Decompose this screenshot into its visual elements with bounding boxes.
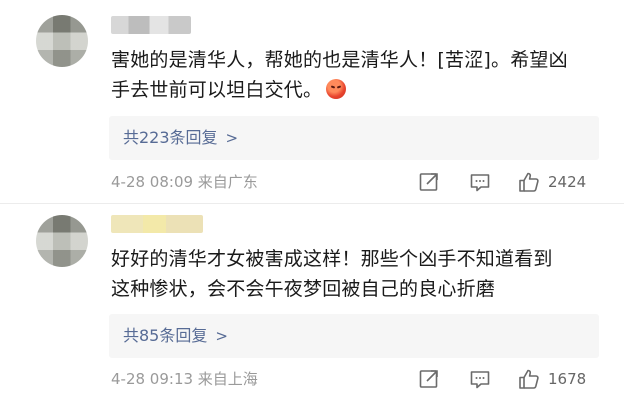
like-count: 2424	[548, 173, 587, 191]
comment-text-line-content: 手去世前可以坦白交代。	[111, 79, 323, 101]
view-replies-button[interactable]: 共223条回复 >	[109, 116, 599, 160]
chevron-right-icon: >	[225, 129, 239, 147]
replies-label: 共85条回复	[123, 326, 208, 345]
comment-item: 害她的是清华人，帮她的也是清华人！[苦涩]。希望凶 手去世前可以坦白交代。 共2…	[0, 0, 624, 203]
comment-icon[interactable]	[468, 367, 492, 391]
like-count: 1678	[548, 370, 587, 388]
share-icon[interactable]	[417, 367, 441, 391]
chevron-right-icon: >	[215, 327, 228, 345]
comment-actions: 1678	[0, 367, 624, 391]
replies-label: 共223条回复	[123, 128, 218, 147]
avatar[interactable]	[36, 15, 88, 67]
comment-text-line: 害她的是清华人，帮她的也是清华人！[苦涩]。希望凶	[111, 49, 568, 71]
comment-text: 好好的清华才女被害成这样！那些个凶手不知道看到 这种惨状，会不会午夜梦回被自己的…	[111, 244, 601, 304]
username-blurred[interactable]	[111, 16, 191, 34]
thumbs-up-icon[interactable]	[517, 170, 541, 194]
comment-icon[interactable]	[468, 170, 492, 194]
thumbs-up-icon[interactable]	[517, 367, 541, 391]
comment-text: 害她的是清华人，帮她的也是清华人！[苦涩]。希望凶 手去世前可以坦白交代。	[111, 45, 601, 105]
share-icon[interactable]	[417, 170, 441, 194]
view-replies-button[interactable]: 共85条回复 >	[109, 314, 599, 358]
username-blurred[interactable]	[111, 215, 203, 233]
comment-text-line: 好好的清华才女被害成这样！那些个凶手不知道看到	[111, 248, 553, 270]
avatar[interactable]	[36, 215, 88, 267]
comment-item: 好好的清华才女被害成这样！那些个凶手不知道看到 这种惨状，会不会午夜梦回被自己的…	[0, 203, 624, 404]
comment-text-line: 这种惨状，会不会午夜梦回被自己的良心折磨	[111, 278, 496, 300]
angry-face-emoji-icon	[326, 79, 347, 99]
comment-text-line: 手去世前可以坦白交代。	[111, 75, 601, 105]
comment-actions: 2424	[0, 170, 624, 194]
